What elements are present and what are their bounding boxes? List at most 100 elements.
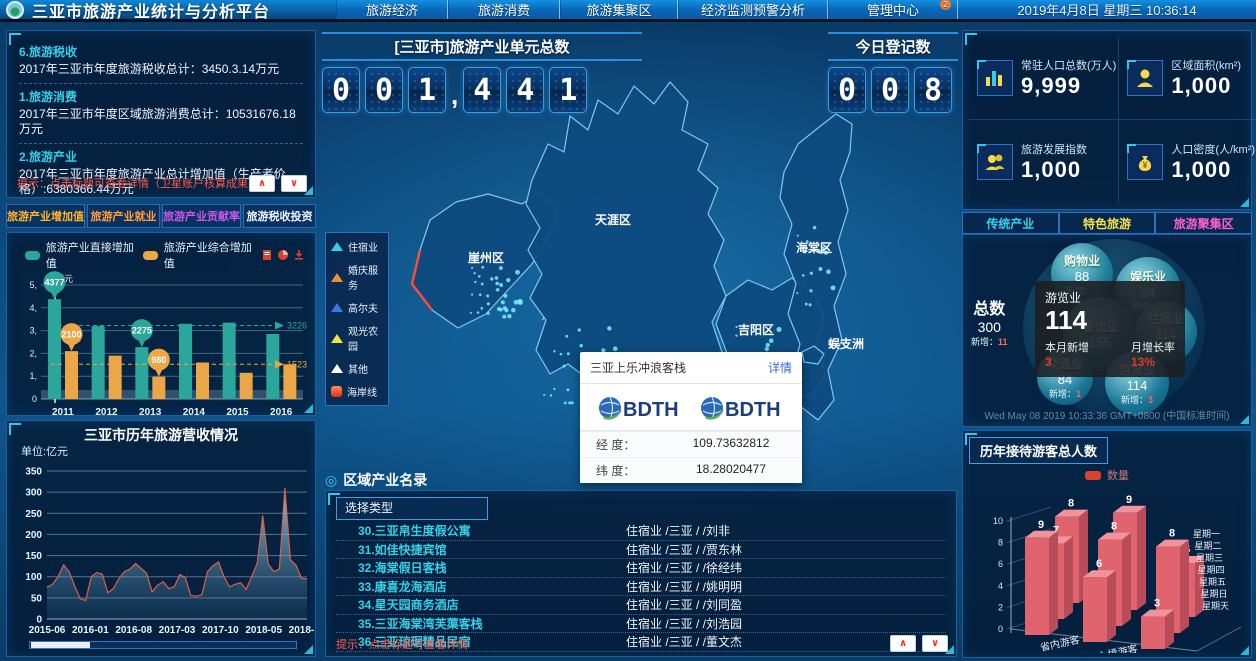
venue-name-link[interactable]: 34.星天园商务酒店 [336, 596, 626, 613]
bullet-icon: ◎ [325, 472, 337, 489]
left-tab-4[interactable]: 旅游税收投资 [243, 204, 316, 228]
revenue-chart-unit: 单位:亿元 [21, 443, 68, 459]
svg-text:8: 8 [1068, 498, 1074, 510]
map-legend-1[interactable]: 住宿业 [331, 239, 383, 254]
chart-data-zoom-track[interactable] [29, 641, 297, 649]
summary-item-2[interactable]: 1.旅游消费 2017年三亚市年度区域旅游消费总计：10531676.18万元 [19, 84, 303, 144]
svg-text:天涯区: 天涯区 [595, 213, 631, 227]
directory-title: 区域产业名录 [343, 470, 427, 490]
directory-up-button[interactable]: ∧ [890, 635, 916, 652]
nav-label: 旅游消费 [478, 0, 530, 19]
tourism-summary-panel: 6.旅游税收 2017年三亚市年度旅游税收总计：3450.3.14万元1.旅游消… [6, 30, 316, 198]
value-added-chart-panel: 旅游产业直接增加值 旅游产业综合增加值 01,2,3,4,5,万元3226152… [6, 232, 316, 416]
summary-item-3[interactable]: 2.旅游产业 2017年三亚市年度旅游产业总计增加值（生产者价格）:638036… [19, 144, 303, 203]
svg-text:星期三: 星期三 [1196, 553, 1223, 563]
map-legend-2[interactable]: 婚庆服务 [331, 262, 383, 292]
svg-text:省内游客: 省内游客 [1039, 633, 1081, 653]
popup-detail-link[interactable]: 详情 [768, 359, 792, 376]
svg-text:星期二: 星期二 [1195, 541, 1222, 551]
industry-bubble-panel: 购物业 88新增：4娱乐业 94新增：3餐饮业 155住宿业 114新增：1交通… [962, 234, 1252, 427]
svg-text:150: 150 [25, 551, 42, 562]
summary-item-title[interactable]: 1.旅游消费 [19, 88, 303, 105]
bubble-delta: 新增：3 [1121, 393, 1153, 406]
svg-text:50: 50 [31, 593, 43, 604]
svg-text:4377: 4377 [44, 278, 64, 288]
venue-name-link[interactable]: 32.海棠假日客栈 [336, 559, 626, 576]
stat-label: 旅游发展指数 [1021, 141, 1087, 157]
bubble-timestamp: Wed May 08 2019 10:33:36 GMT+0800 (中国标准时… [963, 407, 1251, 422]
nav-item-3[interactable]: 旅游集聚区 [560, 0, 678, 19]
visitors-chart-title: 历年接待游客总人数 [969, 437, 1108, 464]
marker-triangle-icon [331, 303, 343, 312]
main-nav: 旅游经济 旅游消费 旅游集聚区 经济监测预警分析 管理中心2 [336, 0, 958, 19]
map-legend-label: 高尔夫 [348, 300, 378, 315]
legend-label-1[interactable]: 旅游产业直接增加值 [46, 239, 137, 271]
svg-text:0: 0 [36, 615, 42, 626]
svg-text:2017-10: 2017-10 [202, 625, 239, 636]
map-legend-3[interactable]: 高尔夫 [331, 300, 383, 315]
bdth-logo: BDTH [596, 392, 684, 424]
directory-down-button[interactable]: ∨ [922, 635, 948, 652]
svg-text:BDTH: BDTH [623, 399, 679, 421]
svg-text:2015: 2015 [226, 407, 249, 418]
scroll-down-button[interactable]: ∨ [281, 175, 307, 192]
legend-label-2[interactable]: 旅游产业综合增加值 [164, 239, 255, 271]
svg-text:2016-08: 2016-08 [115, 625, 152, 636]
marker-triangle-icon [331, 242, 343, 251]
nav-label: 旅游经济 [366, 0, 418, 19]
visitors-3d-panel: 历年接待游客总人数 数量 0246810895788963星期一星期二星期三星期… [962, 430, 1252, 658]
directory-row-6: 35.三亚海棠湾芙蕖客栈 住宿业 /三亚 / /刘浩园 [336, 615, 946, 634]
directory-row-4: 33.康喜龙海酒店 住宿业 /三亚 / /姚明明 [336, 578, 946, 597]
map-popup: 三亚上乐冲浪客栈 详情 BDTH BDTH 经 度： 109.73632812纬… [580, 352, 802, 483]
svg-text:星期四: 星期四 [1198, 565, 1225, 575]
svg-text:4,: 4, [29, 303, 37, 313]
venue-info: 住宿业 /三亚 / /刘非 [626, 522, 730, 539]
summary-item-title[interactable]: 2.旅游产业 [19, 148, 303, 165]
type-filter-select[interactable]: 选择类型 [336, 497, 488, 520]
map-legend-4[interactable]: 观光农园 [331, 323, 383, 353]
left-tab-3[interactable]: 旅游产业贡献率 [162, 204, 241, 228]
nav-item-5[interactable]: 管理中心2 [828, 0, 958, 19]
venue-name-link[interactable]: 33.康喜龙海酒店 [336, 578, 626, 595]
industry-tab-3[interactable]: 旅游聚集区 [1155, 212, 1252, 234]
download-icon[interactable] [293, 249, 305, 261]
svg-text:200: 200 [25, 530, 42, 541]
left-tab-2[interactable]: 旅游产业就业 [87, 204, 160, 228]
pie-icon[interactable] [277, 249, 289, 261]
summary-item-1[interactable]: 6.旅游税收 2017年三亚市年度旅游税收总计：3450.3.14万元 [19, 39, 303, 84]
chart-data-zoom-handle[interactable] [31, 642, 90, 648]
stat-value: 1,000 [1021, 157, 1087, 183]
svg-text:2,: 2, [29, 348, 37, 358]
doc-icon[interactable] [261, 249, 273, 261]
industry-tab-2[interactable]: 特色旅游 [1059, 212, 1156, 234]
venue-name-link[interactable]: 30.三亚帛生度假公寓 [336, 522, 626, 539]
nav-item-4[interactable]: 经济监测预警分析 [678, 0, 828, 19]
map-legend-5[interactable]: 其他 [331, 361, 383, 376]
nav-label: 经济监测预警分析 [701, 0, 805, 19]
popup-coordinates: 经 度： 109.73632812纬 度： 18.28020477 [580, 430, 802, 483]
scroll-up-button[interactable]: ∧ [249, 175, 275, 192]
svg-text:9: 9 [1126, 494, 1132, 506]
svg-text:6: 6 [1096, 558, 1102, 570]
bdth-logo: BDTH [698, 392, 786, 424]
left-tab-bar: 旅游产业增加值旅游产业就业旅游产业贡献率旅游税收投资 [6, 204, 316, 228]
svg-text:星期日: 星期日 [1201, 589, 1228, 599]
brand: 三亚市旅游产业统计与分析平台 [0, 0, 336, 19]
svg-text:星期一: 星期一 [1193, 529, 1220, 539]
map-legend-6[interactable]: 海岸线 [331, 384, 383, 399]
left-tab-1[interactable]: 旅游产业增加值 [6, 204, 85, 228]
nav-item-1[interactable]: 旅游经济 [336, 0, 448, 19]
venue-name-link[interactable]: 31.如佳快捷宾馆 [336, 541, 626, 558]
svg-text:海棠区: 海棠区 [796, 240, 832, 255]
map-legend-label: 其他 [348, 361, 368, 376]
map-legend-label: 住宿业 [348, 239, 378, 254]
nav-item-2[interactable]: 旅游消费 [448, 0, 560, 19]
industry-tab-bar: 传统产业特色旅游旅游聚集区 [962, 212, 1252, 234]
venue-name-link[interactable]: 35.三亚海棠湾芙蕖客栈 [336, 615, 626, 632]
bubble-total: 总数 300 新增：11 [971, 295, 1008, 348]
venue-info: 住宿业 /三亚 / /刘同盈 [626, 596, 742, 613]
summary-item-title[interactable]: 6.旅游税收 [19, 43, 303, 60]
svg-text:星期天: 星期天 [1202, 601, 1229, 611]
industry-tab-1[interactable]: 传统产业 [962, 212, 1059, 234]
district-tianya [526, 82, 726, 382]
